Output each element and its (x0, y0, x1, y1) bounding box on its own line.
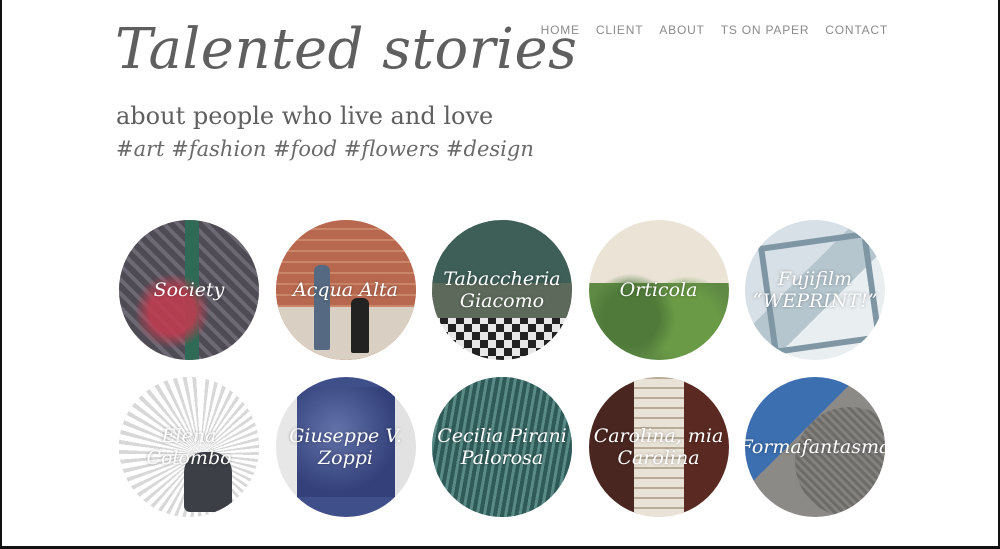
nav-client[interactable]: CLIENT (596, 23, 643, 37)
site-title[interactable]: Talented stories (115, 22, 577, 78)
story-label: Giuseppe V. Zoppi (289, 425, 402, 469)
site-tagline: about people who live and love (116, 102, 494, 130)
story-formafantasma[interactable]: Formafantasma (745, 377, 885, 517)
story-giuseppe-zoppi[interactable]: Giuseppe V. Zoppi (275, 377, 416, 517)
story-label: Cecilia Pirani Palorosa (437, 425, 567, 469)
story-society[interactable]: Society (119, 220, 259, 360)
main-nav: HOME CLIENT ABOUT TS ON PAPER CONTACT (541, 23, 888, 37)
story-elena-colombo[interactable]: Elena Colombo (119, 377, 259, 517)
story-label: Fujifilm “WEPRINT!” (752, 268, 878, 312)
story-fujifilm-weprint[interactable]: Fujifilm “WEPRINT!” (745, 220, 885, 360)
nav-ts-on-paper[interactable]: TS ON PAPER (721, 23, 810, 37)
nav-home[interactable]: HOME (541, 23, 580, 37)
site-hashtags: #art #fashion #food #flowers #design (116, 137, 534, 161)
story-label: Elena Colombo (146, 425, 232, 469)
story-orticola[interactable]: Orticola (588, 220, 729, 360)
page-frame: Talented stories about people who live a… (0, 0, 1000, 549)
story-label: Orticola (619, 279, 698, 301)
story-label: Society (153, 279, 225, 301)
nav-contact[interactable]: CONTACT (825, 23, 888, 37)
story-cecilia-pirani-palorosa[interactable]: Cecilia Pirani Palorosa (432, 377, 572, 517)
stories-grid: Society Acqua Alta Tabaccheria Giacomo O… (119, 220, 885, 517)
story-label: Tabaccheria Giacomo (443, 268, 561, 312)
story-carolina-mia-carolina[interactable]: Carolina, mia Carolina (588, 377, 729, 517)
story-label: Carolina, mia Carolina (593, 425, 724, 469)
story-label: Formafantasma (745, 436, 885, 458)
story-label: Acqua Alta (293, 279, 398, 301)
story-acqua-alta[interactable]: Acqua Alta (275, 220, 416, 360)
nav-about[interactable]: ABOUT (659, 23, 704, 37)
story-tabaccheria-giacomo[interactable]: Tabaccheria Giacomo (432, 220, 572, 360)
